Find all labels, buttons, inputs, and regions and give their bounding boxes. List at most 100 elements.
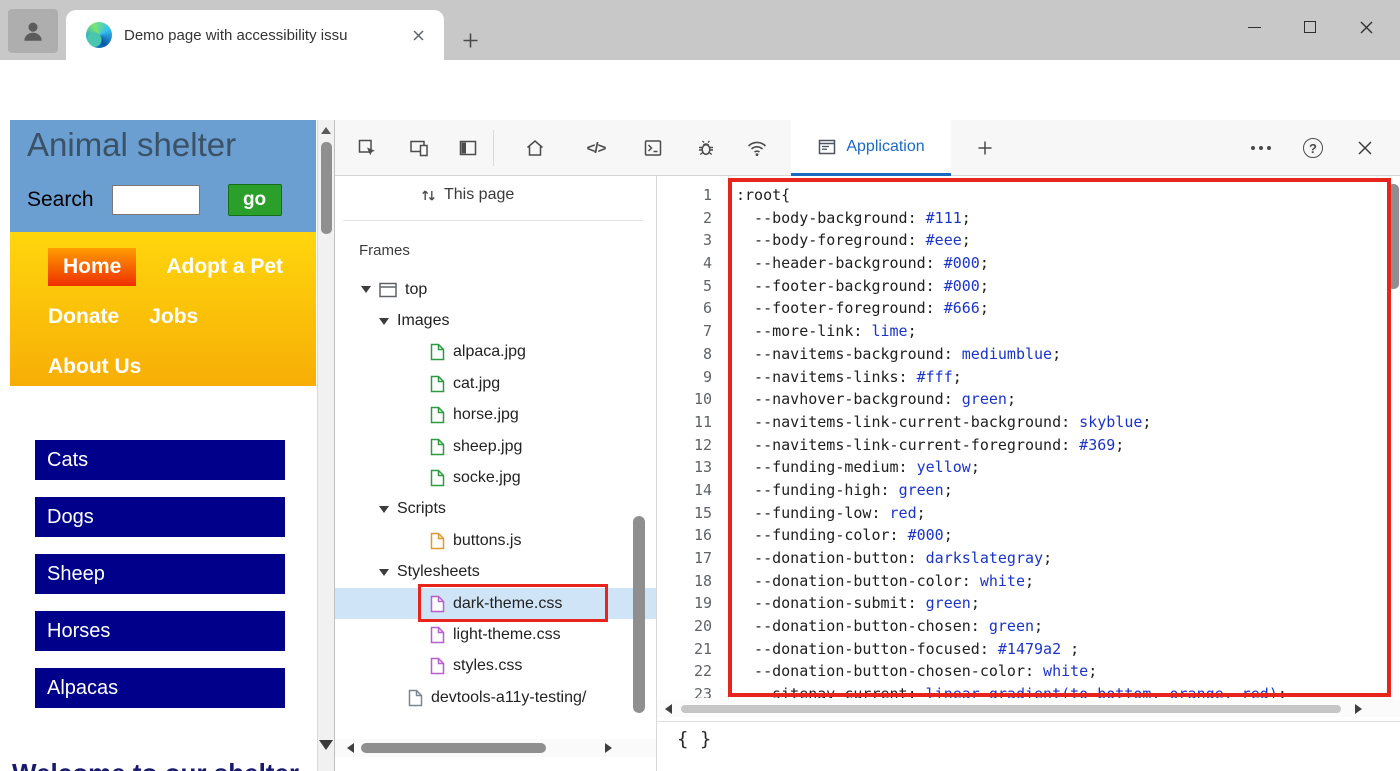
tree-item-horse-jpg[interactable]: horse.jpg [335,400,656,431]
devtools-panel: </> Application ? This page Frames top I… [334,120,1400,771]
tree-item-label: light-theme.css [453,625,561,643]
nav-item-about-us[interactable]: About Us [48,355,141,379]
frames-section-label: Frames [359,242,410,259]
edge-logo-icon [86,22,112,48]
new-tab-button[interactable] [456,26,484,54]
code-line: --donation-submit: green; [736,594,980,613]
tree-item-scripts[interactable]: Scripts [335,494,656,525]
more-tools-button[interactable] [1243,130,1279,166]
tree-item-alpaca-jpg[interactable]: alpaca.jpg [335,337,656,368]
search-go-button[interactable]: go [227,184,282,216]
image-file-icon [430,438,445,456]
tab-close-icon[interactable] [406,23,430,47]
line-number: 15 [693,503,712,522]
tree-item-sheep-jpg[interactable]: sheep.jpg [335,431,656,462]
tab-sources-debugger[interactable] [688,130,724,166]
category-button-alpacas[interactable]: Alpacas [35,668,285,708]
page-scrollbar[interactable] [317,120,334,771]
dock-side-icon [458,138,478,158]
inspect-element-button[interactable] [349,130,385,166]
bug-icon [696,138,716,158]
tree-item-top[interactable]: top [335,274,656,305]
expand-arrow-icon[interactable] [379,317,389,325]
scroll-left-arrow-icon[interactable] [665,704,672,714]
code-line: --navitems-background: mediumblue; [736,344,1062,363]
close-devtools-button[interactable] [1347,130,1383,166]
nav-item-jobs[interactable]: Jobs [149,305,198,329]
line-number: 17 [693,549,712,567]
pretty-print-button[interactable]: { } [677,728,711,750]
minimize-button[interactable] [1226,4,1282,50]
image-file-icon [430,343,445,361]
scroll-down-arrow-icon[interactable] [319,740,333,750]
browser-tab[interactable]: Demo page with accessibility issu [66,10,444,60]
sidebar-scrollbar-thumb[interactable] [633,516,645,713]
line-number: 7 [702,322,712,341]
devtools-help-button[interactable]: ? [1295,130,1331,166]
scroll-left-arrow-icon[interactable] [347,743,354,753]
tab-elements[interactable]: </> [578,130,614,166]
tree-item-stylesheets[interactable]: Stylesheets [335,557,656,588]
dock-side-button[interactable] [450,130,486,166]
tab-console[interactable] [635,130,671,166]
scroll-right-arrow-icon[interactable] [605,743,612,753]
category-button-dogs[interactable]: Dogs [35,497,285,537]
category-button-horses[interactable]: Horses [35,611,285,651]
tree-item-socke-jpg[interactable]: socke.jpg [335,462,656,493]
home-icon [525,138,545,158]
tree-item-label: sheep.jpg [453,437,523,455]
nav-item-adopt-a-pet[interactable]: Adopt a Pet [166,255,283,279]
line-number: 23 [693,685,712,698]
profile-avatar[interactable] [8,9,58,53]
search-input[interactable] [111,185,200,215]
image-file-icon [430,375,445,393]
line-number: 2 [702,208,712,227]
maximize-icon [1304,21,1316,33]
tree-item-images[interactable]: Images [335,305,656,336]
code-hscrollbar-thumb[interactable] [681,705,1341,713]
nav-item-donate[interactable]: Donate [48,305,119,329]
tab-application[interactable]: Application [791,120,951,176]
tab-welcome[interactable] [517,130,553,166]
tree-item-label: dark-theme.css [453,594,563,612]
stylesheet-file-icon [430,626,445,644]
expand-arrow-icon[interactable] [379,568,389,576]
partial-heading: Welcome to our shelter [12,758,299,771]
tree-item-cat-jpg[interactable]: cat.jpg [335,368,656,399]
tree-item-dark-theme-css[interactable]: dark-theme.css [335,583,656,622]
scroll-right-arrow-icon[interactable] [1355,704,1362,714]
line-number: 13 [693,458,712,477]
tab-network[interactable] [739,130,775,166]
close-icon [1358,141,1372,155]
code-line: --navhover-background: green; [736,390,1016,409]
sidebar-horizontal-scrollbar[interactable] [335,739,656,757]
expand-arrow-icon[interactable] [379,505,389,513]
close-button[interactable] [1338,4,1394,50]
expand-arrow-icon[interactable] [361,286,371,294]
code-line: --sitenav-current: linear-gradient(to bo… [736,685,1287,698]
search-form: Search go [27,184,282,216]
device-emulation-button[interactable] [401,130,437,166]
tree-item-label: socke.jpg [453,469,521,487]
scroll-up-arrow-icon[interactable] [321,127,331,134]
add-tab-button[interactable] [967,130,1003,166]
code-horizontal-scrollbar[interactable] [657,700,1400,717]
tree-item-buttons-js[interactable]: buttons.js [335,525,656,556]
site-nav: Home Adopt a Pet Donate Jobs About Us [10,232,316,386]
category-button-cats[interactable]: Cats [35,440,285,480]
nav-item-home[interactable]: Home [48,248,137,286]
code-line: --donation-button-chosen-color: white; [736,662,1098,681]
maximize-button[interactable] [1282,4,1338,50]
code-scrollbar-thumb[interactable] [1388,184,1399,289]
sidebar-hscrollbar-thumb[interactable] [361,743,546,753]
code-line: --donation-button-focused: #1479a2 ; [736,639,1080,658]
tree-item-styles-css[interactable]: styles.css [335,651,656,682]
this-page-selector[interactable]: This page [421,186,514,204]
stylesheet-file-icon [430,657,445,675]
line-number: 6 [702,299,712,318]
page-scrollbar-thumb[interactable] [321,142,332,234]
category-button-sheep[interactable]: Sheep [35,554,285,594]
tree-item-devtools-a11y-testing[interactable]: devtools-a11y-testing/ [335,682,656,713]
source-viewer: 1 2 3 4 5 6 7 8 9 10 11 12 13 14 15 16 17 18 19 20 21 22 23 :r… [657,176,1400,771]
tree-item-light-theme-css[interactable]: light-theme.css [335,619,656,650]
